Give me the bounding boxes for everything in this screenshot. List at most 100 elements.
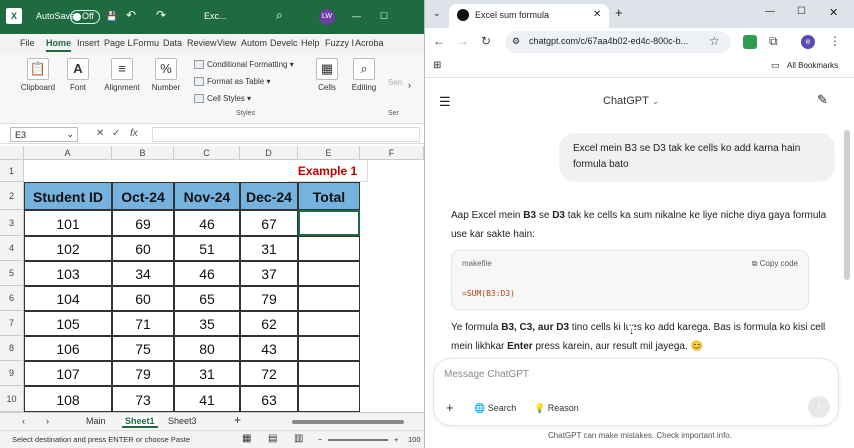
menu-tab-formu[interactable]: Formu bbox=[133, 38, 159, 48]
omnibox[interactable]: ⚙ chatgpt.com/c/67aa4b02-ed4c-800c-b... bbox=[505, 31, 731, 53]
menu-tab-view[interactable]: View bbox=[217, 38, 236, 48]
save-icon[interactable]: 💾 bbox=[106, 11, 117, 22]
chrome-menu-icon[interactable]: ⋮ bbox=[829, 34, 841, 48]
zoom-in-icon[interactable]: + bbox=[394, 435, 398, 444]
table-cell[interactable]: 108 bbox=[24, 386, 112, 412]
table-header-cell[interactable]: Oct-24 bbox=[112, 182, 174, 210]
page-layout-icon[interactable]: ▤ bbox=[268, 433, 277, 444]
table-cell[interactable]: 63 bbox=[240, 386, 298, 412]
sheet-tab-main[interactable]: Main bbox=[86, 416, 106, 426]
table-cell[interactable]: 105 bbox=[24, 311, 112, 336]
user-avatar[interactable]: LW bbox=[319, 9, 335, 25]
table-cell[interactable]: 60 bbox=[112, 286, 174, 311]
menu-tab-insert[interactable]: Insert bbox=[77, 38, 100, 48]
copy-code-button[interactable]: ⧉ Copy code bbox=[752, 259, 798, 269]
profile-avatar[interactable]: e bbox=[801, 35, 815, 49]
sensitivity-button[interactable]: Sen bbox=[386, 78, 404, 87]
table-cell[interactable]: 102 bbox=[24, 236, 112, 261]
extensions-icon[interactable]: ⧉ bbox=[769, 34, 778, 49]
table-cell[interactable]: 106 bbox=[24, 336, 112, 361]
cells-button[interactable]: ▦ Cells bbox=[312, 58, 342, 92]
apps-icon[interactable]: ⊞ bbox=[433, 60, 441, 71]
column-header-c[interactable]: C bbox=[174, 146, 240, 160]
clipboard-button[interactable]: 📋 Clipboard bbox=[18, 58, 58, 92]
menu-tab-fuzzy-i[interactable]: Fuzzy I bbox=[325, 38, 354, 48]
search-button[interactable]: 🌐 Search bbox=[474, 398, 516, 418]
zoom-out-icon[interactable]: − bbox=[318, 435, 322, 444]
excel-filename[interactable]: Exc... bbox=[204, 11, 227, 21]
sheet-next-icon[interactable]: › bbox=[46, 416, 49, 426]
table-cell[interactable] bbox=[298, 386, 360, 412]
formula-input[interactable] bbox=[152, 127, 420, 142]
table-cell[interactable] bbox=[298, 311, 360, 336]
row-header-4[interactable]: 4 bbox=[0, 236, 24, 261]
table-cell[interactable]: 37 bbox=[240, 261, 298, 286]
scroll-down-icon[interactable]: ↓ bbox=[629, 326, 634, 337]
column-header-b[interactable]: B bbox=[112, 146, 174, 160]
menu-tab-file[interactable]: File bbox=[20, 38, 35, 48]
number-button[interactable]: % Number bbox=[146, 58, 186, 92]
minimize-icon[interactable]: — bbox=[765, 6, 775, 17]
table-cell[interactable]: 73 bbox=[112, 386, 174, 412]
close-icon[interactable]: ✕ bbox=[829, 6, 838, 19]
table-header-cell[interactable]: Nov-24 bbox=[174, 182, 240, 210]
normal-view-icon[interactable]: ▦ bbox=[242, 433, 251, 444]
row-header-7[interactable]: 7 bbox=[0, 311, 24, 336]
row-header-6[interactable]: 6 bbox=[0, 286, 24, 311]
attach-icon[interactable]: + bbox=[446, 398, 454, 418]
spreadsheet-grid[interactable]: A B C D E F 1 2 3 4 5 6 7 8 9 10 Example 1 Student ID Oct-… bbox=[0, 146, 424, 412]
row-header-3[interactable]: 3 bbox=[0, 210, 24, 236]
menu-tab-home[interactable]: Home bbox=[46, 38, 72, 52]
row-header-10[interactable]: 10 bbox=[0, 386, 24, 412]
table-cell[interactable]: 79 bbox=[112, 361, 174, 386]
back-icon[interactable]: ← bbox=[433, 34, 445, 48]
row-header-8[interactable]: 8 bbox=[0, 336, 24, 361]
table-cell[interactable]: 43 bbox=[240, 336, 298, 361]
reason-button[interactable]: 💡 Reason bbox=[534, 398, 579, 418]
table-cell[interactable]: 67 bbox=[240, 210, 298, 236]
sheet-tab-sheet3[interactable]: Sheet3 bbox=[168, 416, 197, 426]
message-composer[interactable]: Message ChatGPT + 🌐 Search 💡 Reason ↑ bbox=[433, 358, 839, 426]
menu-tab-help[interactable]: Help bbox=[301, 38, 320, 48]
minimize-icon[interactable]: — bbox=[352, 11, 361, 21]
column-header-a[interactable]: A bbox=[24, 146, 112, 160]
search-icon[interactable]: ⌕ bbox=[276, 8, 283, 23]
model-selector[interactable]: ChatGPT ⌄ bbox=[603, 95, 659, 107]
ribbon-scroll-right-icon[interactable]: › bbox=[408, 80, 411, 90]
table-cell[interactable]: 46 bbox=[174, 261, 240, 286]
table-cell[interactable]: 104 bbox=[24, 286, 112, 311]
enter-icon[interactable]: ✓ bbox=[112, 128, 120, 139]
table-cell[interactable]: 60 bbox=[112, 236, 174, 261]
forward-icon[interactable]: → bbox=[457, 34, 469, 48]
table-cell[interactable]: 46 bbox=[174, 210, 240, 236]
reload-icon[interactable]: ↻ bbox=[481, 34, 491, 48]
send-button[interactable]: ↑ bbox=[808, 396, 830, 418]
menu-tab-data[interactable]: Data bbox=[163, 38, 182, 48]
table-header-cell[interactable]: Total bbox=[298, 182, 360, 210]
row-header-1[interactable]: 1 bbox=[0, 160, 24, 182]
table-cell[interactable]: 103 bbox=[24, 261, 112, 286]
font-button[interactable]: A Font bbox=[62, 58, 94, 92]
column-header-d[interactable]: D bbox=[240, 146, 298, 160]
table-cell[interactable] bbox=[298, 336, 360, 361]
message-input[interactable]: Message ChatGPT bbox=[444, 369, 529, 380]
table-header-cell[interactable]: Student ID bbox=[24, 182, 112, 210]
sheet-prev-icon[interactable]: ‹ bbox=[22, 416, 25, 426]
table-cell[interactable]: 69 bbox=[112, 210, 174, 236]
page-break-icon[interactable]: ▥ bbox=[294, 433, 303, 444]
new-tab-icon[interactable]: + bbox=[615, 5, 623, 20]
row-header-5[interactable]: 5 bbox=[0, 261, 24, 286]
tab-close-icon[interactable]: ✕ bbox=[593, 9, 601, 20]
table-cell[interactable]: 101 bbox=[24, 210, 112, 236]
browser-tab[interactable]: Excel sum formula ✕ bbox=[449, 4, 609, 28]
table-cell[interactable] bbox=[298, 361, 360, 386]
table-cell[interactable]: 80 bbox=[174, 336, 240, 361]
function-icon[interactable]: fx bbox=[130, 128, 138, 139]
editing-button[interactable]: ⌕ Editing bbox=[346, 58, 382, 92]
tab-search-icon[interactable]: ⌄ bbox=[433, 8, 441, 19]
table-cell[interactable]: 71 bbox=[112, 311, 174, 336]
row-header-2[interactable]: 2 bbox=[0, 182, 24, 210]
zoom-slider[interactable] bbox=[328, 439, 388, 441]
table-cell[interactable] bbox=[298, 236, 360, 261]
column-header-f[interactable]: F bbox=[360, 146, 424, 160]
